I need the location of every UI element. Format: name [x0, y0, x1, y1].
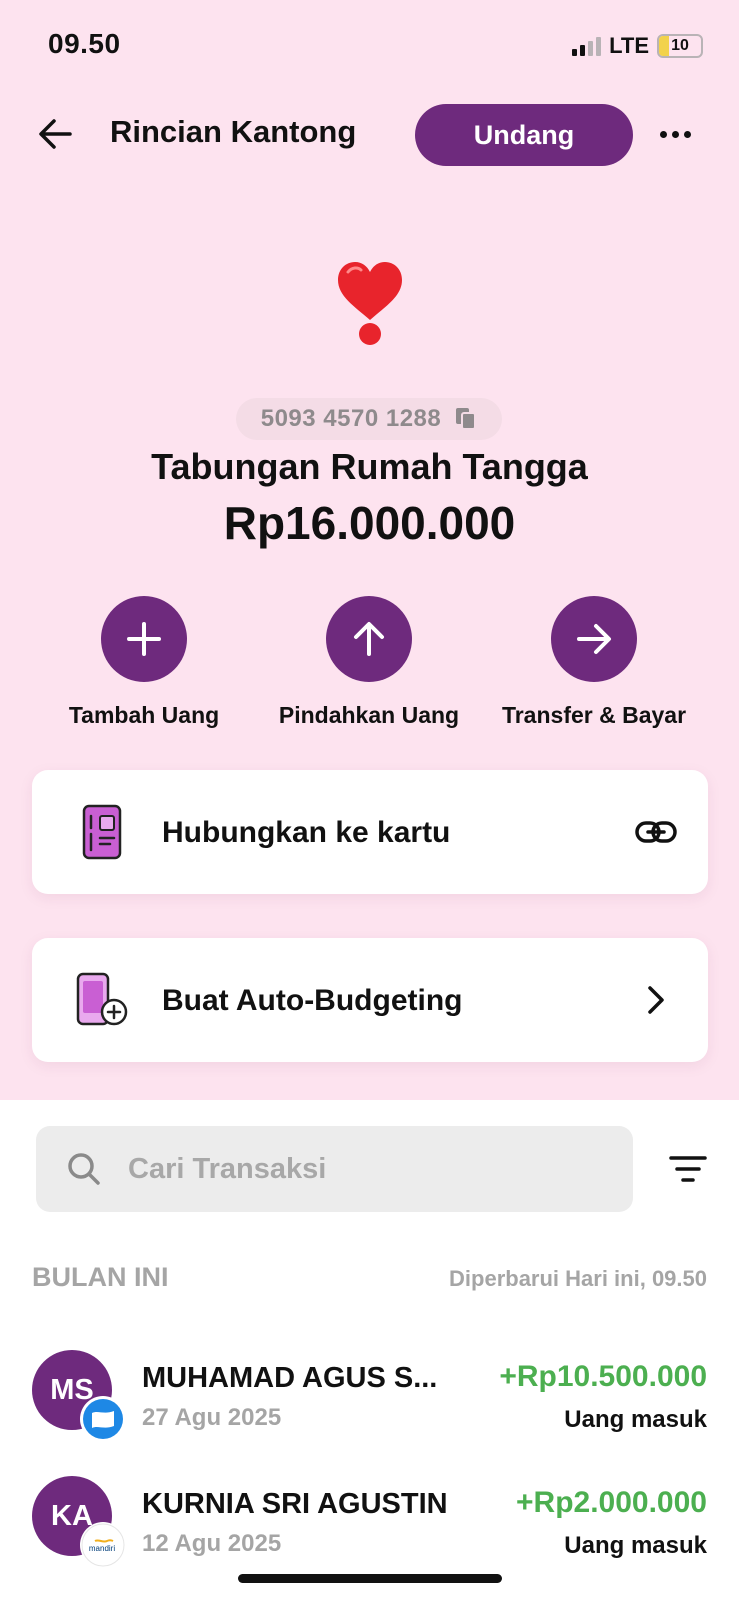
- move-money-circle[interactable]: [326, 596, 412, 682]
- link-card-row[interactable]: Hubungkan ke kartu: [32, 770, 708, 894]
- arrow-left-icon: [39, 119, 72, 149]
- auto-budgeting-row[interactable]: Buat Auto-Budgeting: [32, 938, 708, 1062]
- link-card-label: Hubungkan ke kartu: [162, 816, 451, 849]
- more-dot-icon: [683, 130, 691, 138]
- move-money-label: Pindahkan Uang: [278, 702, 460, 728]
- mandiri-bank-logo: mandiri: [80, 1522, 126, 1568]
- card-icon: [82, 804, 122, 860]
- app-header: Rincian Kantong Undang: [0, 100, 739, 170]
- search-input[interactable]: [128, 1144, 608, 1194]
- battery-icon: 10: [657, 34, 703, 58]
- more-options-button[interactable]: [654, 122, 696, 146]
- blue-bank-icon: [80, 1396, 126, 1442]
- arrow-up-icon: [354, 622, 384, 656]
- transfer-pay-label: Transfer & Bayar: [501, 702, 687, 728]
- transaction-amount: +Rp10.500.000: [499, 1360, 707, 1393]
- pocket-balance: Rp16.000.000: [223, 497, 516, 549]
- add-money-circle[interactable]: [101, 596, 187, 682]
- mandiri-logo-text: mandiri: [89, 1544, 115, 1553]
- search-icon: [68, 1153, 100, 1185]
- transaction-name: KURNIA SRI AGUSTIN: [142, 1488, 448, 1520]
- account-number-chip[interactable]: 5093 4570 1288: [236, 398, 502, 440]
- transfer-pay-circle[interactable]: [551, 596, 637, 682]
- more-dot-icon: [659, 130, 667, 138]
- status-time: 09.50: [48, 28, 121, 59]
- section-title: BULAN INI: [32, 1262, 169, 1292]
- search-transactions-field[interactable]: [36, 1126, 633, 1212]
- transaction-amount: +Rp2.000.000: [516, 1486, 707, 1519]
- phone-budget-icon: [76, 972, 128, 1026]
- move-money-button[interactable]: Pindahkan Uang: [259, 596, 479, 729]
- transaction-name: MUHAMAD AGUS S...: [142, 1362, 438, 1394]
- account-number: 5093 4570 1288: [260, 405, 442, 432]
- plus-icon: [127, 622, 161, 656]
- more-dot-icon: [671, 130, 679, 138]
- transaction-date: 12 Agu 2025: [142, 1530, 282, 1557]
- last-updated-text: Diperbarui Hari ini, 09.50: [449, 1266, 707, 1291]
- home-indicator[interactable]: [238, 1574, 502, 1583]
- back-button[interactable]: [36, 114, 76, 154]
- transfer-pay-button[interactable]: Transfer & Bayar: [484, 596, 704, 729]
- copy-icon[interactable]: [455, 407, 477, 431]
- signal-icon: [572, 36, 602, 56]
- pocket-name: Tabungan Rumah Tangga: [151, 446, 588, 487]
- invite-button[interactable]: Undang: [415, 104, 633, 166]
- transaction-date: 27 Agu 2025: [142, 1404, 282, 1431]
- arrow-right-icon: [577, 624, 611, 654]
- status-bar: 09.50 LTE 10: [0, 0, 739, 90]
- chevron-right-icon: [648, 986, 664, 1014]
- status-indicators: LTE 10: [572, 33, 703, 59]
- auto-budgeting-label: Buat Auto-Budgeting: [162, 984, 463, 1017]
- page-title: Rincian Kantong: [110, 114, 357, 149]
- battery-level: 10: [671, 37, 689, 54]
- transaction-row[interactable]: MS MUHAMAD AGUS S... 27 Agu 2025 +Rp10.5…: [0, 1350, 739, 1460]
- add-money-label: Tambah Uang: [68, 702, 220, 728]
- filter-icon[interactable]: [668, 1152, 708, 1186]
- transaction-type: Uang masuk: [564, 1406, 707, 1433]
- pocket-emoji-icon: [334, 258, 406, 348]
- network-label: LTE: [609, 33, 649, 58]
- add-money-button[interactable]: Tambah Uang: [34, 596, 254, 729]
- link-icon: [635, 821, 677, 843]
- transaction-row[interactable]: KA mandiri KURNIA SRI AGUSTIN 12 Agu 202…: [0, 1476, 739, 1586]
- transaction-type: Uang masuk: [564, 1532, 707, 1559]
